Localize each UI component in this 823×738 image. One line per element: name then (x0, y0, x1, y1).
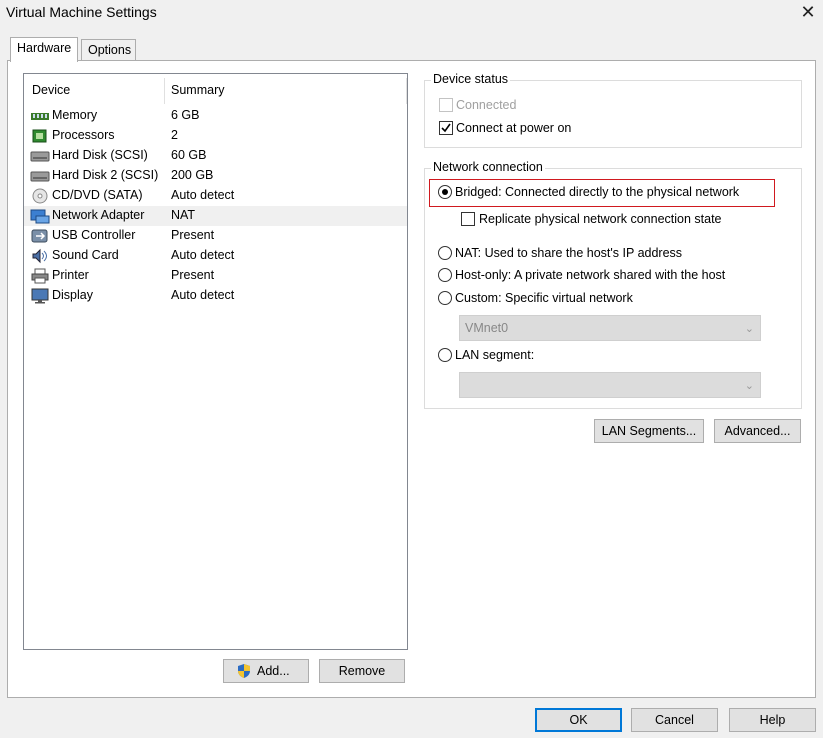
device-summary: Auto detect (171, 288, 235, 302)
add-button-label: Add... (257, 664, 290, 678)
device-list[interactable]: Device Summary Memory 6 GB Processors 2 … (23, 73, 408, 650)
device-summary: NAT (171, 208, 196, 222)
display-icon (31, 288, 49, 304)
network-connection-title: Network connection (431, 160, 545, 174)
column-header-device[interactable]: Device (32, 83, 70, 97)
device-row-hard-disk[interactable]: Hard Disk (SCSI) 60 GB (24, 146, 407, 166)
processor-icon (32, 129, 47, 143)
tab-hardware[interactable]: Hardware (10, 37, 79, 62)
device-row-printer[interactable]: Printer Present (24, 266, 407, 286)
device-name: Hard Disk (SCSI) (52, 148, 148, 162)
device-name: CD/DVD (SATA) (52, 188, 143, 202)
cd-dvd-icon (32, 188, 48, 204)
sound-card-icon (32, 248, 47, 264)
nat-radio[interactable] (438, 246, 452, 260)
device-name: Memory (52, 108, 98, 122)
device-name: Network Adapter (52, 208, 145, 222)
nat-label: NAT: Used to share the host's IP address (455, 246, 683, 260)
device-name: Sound Card (52, 248, 119, 262)
host-only-radio[interactable] (438, 268, 452, 282)
device-status-title: Device status (431, 72, 511, 86)
chevron-down-icon: ⌄ (744, 323, 754, 335)
hard-disk-icon (30, 171, 50, 182)
device-summary: Auto detect (171, 188, 235, 202)
checkmark-icon (441, 123, 451, 133)
device-summary: 60 GB (171, 148, 207, 162)
device-summary: 200 GB (171, 168, 214, 182)
connect-at-power-on-label: Connect at power on (456, 121, 572, 135)
custom-label: Custom: Specific virtual network (455, 291, 633, 305)
connect-at-power-on-checkbox[interactable] (439, 121, 453, 135)
column-divider[interactable] (164, 78, 165, 104)
add-button[interactable]: Add... (223, 659, 309, 683)
close-icon[interactable]: ✕ (798, 2, 818, 22)
window-title: Virtual Machine Settings (6, 4, 157, 20)
custom-radio[interactable] (438, 291, 452, 305)
device-row-usb-controller[interactable]: USB Controller Present (24, 226, 407, 246)
help-button[interactable]: Help (729, 708, 816, 732)
column-header-summary[interactable]: Summary (171, 83, 224, 97)
device-summary: 6 GB (171, 108, 200, 122)
chevron-down-icon: ⌄ (744, 380, 754, 392)
highlight-box (429, 179, 775, 207)
usb-icon (31, 229, 48, 243)
device-status-group: Device status (424, 72, 802, 148)
device-row-processors[interactable]: Processors 2 (24, 126, 407, 146)
memory-icon (31, 113, 49, 120)
host-only-label: Host-only: A private network shared with… (455, 268, 726, 282)
replicate-state-checkbox[interactable] (461, 212, 475, 226)
remove-button[interactable]: Remove (319, 659, 405, 683)
lan-segment-select[interactable]: ⌄ (459, 372, 761, 398)
device-name: Hard Disk 2 (SCSI) (52, 168, 159, 182)
device-name: Processors (52, 128, 115, 142)
device-summary: Present (171, 228, 215, 242)
advanced-button[interactable]: Advanced... (714, 419, 801, 443)
column-divider[interactable] (406, 78, 407, 104)
lan-segments-button[interactable]: LAN Segments... (594, 419, 704, 443)
device-row-hard-disk-2[interactable]: Hard Disk 2 (SCSI) 200 GB (24, 166, 407, 186)
device-name: Printer (52, 268, 89, 282)
ok-button[interactable]: OK (535, 708, 622, 732)
device-row-network-adapter[interactable]: Network Adapter NAT (24, 206, 407, 226)
connected-label: Connected (456, 98, 517, 112)
connected-checkbox[interactable] (439, 98, 453, 112)
hard-disk-icon (30, 151, 50, 162)
shield-icon (238, 664, 250, 678)
custom-network-select[interactable]: VMnet0 ⌄ (459, 315, 761, 341)
device-summary: Present (171, 268, 215, 282)
printer-icon (31, 268, 49, 284)
device-row-cd-dvd[interactable]: CD/DVD (SATA) Auto detect (24, 186, 407, 206)
device-name: Display (52, 288, 93, 302)
tab-options[interactable]: Options (81, 39, 136, 61)
replicate-state-label: Replicate physical network connection st… (479, 212, 722, 226)
device-summary: Auto detect (171, 248, 235, 262)
device-name: USB Controller (52, 228, 136, 242)
device-row-memory[interactable]: Memory 6 GB (24, 106, 407, 126)
device-row-sound-card[interactable]: Sound Card Auto detect (24, 246, 407, 266)
lan-segment-label: LAN segment: (455, 348, 535, 362)
network-adapter-icon (30, 209, 50, 224)
custom-network-value: VMnet0 (465, 321, 509, 335)
cancel-button[interactable]: Cancel (631, 708, 718, 732)
lan-segment-radio[interactable] (438, 348, 452, 362)
device-row-display[interactable]: Display Auto detect (24, 286, 407, 306)
device-summary: 2 (171, 128, 178, 142)
